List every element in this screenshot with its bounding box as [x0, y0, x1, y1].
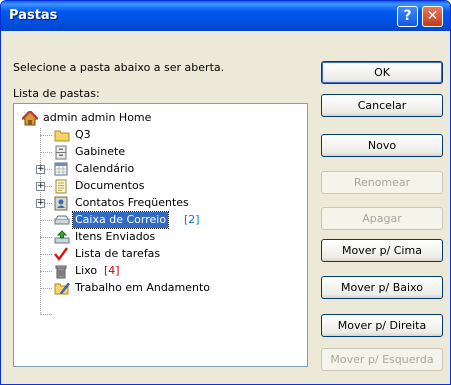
tree-line: [40, 237, 52, 238]
tree-item-label: Contatos Freqüentes: [75, 196, 189, 209]
move-left-button[interactable]: Mover p/ Esquerda: [321, 348, 443, 371]
trash-icon: [54, 264, 68, 279]
tree-line: [40, 271, 52, 272]
work-in-progress-icon: [54, 281, 70, 295]
folder-tree[interactable]: admin admin Home Q3 Gabinete + Calendári…: [13, 103, 308, 367]
tree-item-label: Documentos: [75, 179, 145, 192]
help-button[interactable]: ?: [397, 6, 418, 27]
tree-item-label: Trabalho em Andamento: [75, 281, 211, 294]
tree-item-label: Calendário: [75, 162, 135, 175]
ok-button[interactable]: OK: [321, 61, 443, 84]
tree-item-label: Lista de tarefas: [75, 247, 161, 260]
tree-item-label: Caixa de Correio: [71, 211, 170, 229]
folder-list-label: Lista de pastas:: [13, 87, 100, 100]
new-button[interactable]: Novo: [321, 134, 443, 157]
sent-items-icon: [54, 230, 70, 244]
rename-button[interactable]: Renomear: [321, 171, 443, 194]
contacts-icon: [54, 196, 68, 211]
tree-root-label: admin admin Home: [43, 111, 152, 124]
tree-line: [40, 254, 52, 255]
tree-item-label: Lixo: [75, 264, 98, 277]
tree-line: [40, 288, 52, 289]
delete-button[interactable]: Apagar: [321, 207, 443, 230]
move-up-button[interactable]: Mover p/ Cima: [321, 239, 443, 262]
tree-line: [40, 135, 52, 136]
tree-line: [40, 220, 52, 221]
move-right-button[interactable]: Mover p/ Direita: [321, 314, 443, 337]
trash-count: [4]: [104, 264, 120, 277]
checklist-icon: [54, 247, 68, 261]
tree-item-label: Gabinete: [75, 145, 126, 158]
window-title: Pastas: [9, 8, 58, 23]
expand-toggle[interactable]: +: [36, 199, 45, 208]
move-down-button[interactable]: Mover p/ Baixo: [321, 276, 443, 299]
title-bar[interactable]: Pastas ? ✕: [1, 1, 450, 31]
expand-toggle[interactable]: +: [36, 165, 45, 174]
tree-item-label: Itens Enviados: [75, 230, 156, 243]
cancel-button[interactable]: Cancelar: [321, 94, 443, 117]
folder-icon: [54, 128, 70, 142]
tree-line: [40, 128, 41, 315]
cabinet-icon: [54, 145, 68, 160]
expand-toggle[interactable]: +: [36, 182, 45, 191]
home-icon: [21, 109, 39, 126]
instruction-text: Selecione a pasta abaixo a ser aberta.: [13, 61, 225, 74]
documents-icon: [54, 179, 68, 194]
tree-line: [40, 314, 52, 315]
tree-line: [40, 152, 52, 153]
tree-item-label: Q3: [75, 128, 91, 141]
calendar-icon: [54, 162, 68, 176]
unread-count: [2]: [184, 213, 200, 226]
close-button[interactable]: ✕: [422, 6, 443, 27]
folders-dialog: Pastas ? ✕ Selecione a pasta abaixo a se…: [0, 0, 451, 385]
mailbox-icon: [54, 213, 70, 227]
